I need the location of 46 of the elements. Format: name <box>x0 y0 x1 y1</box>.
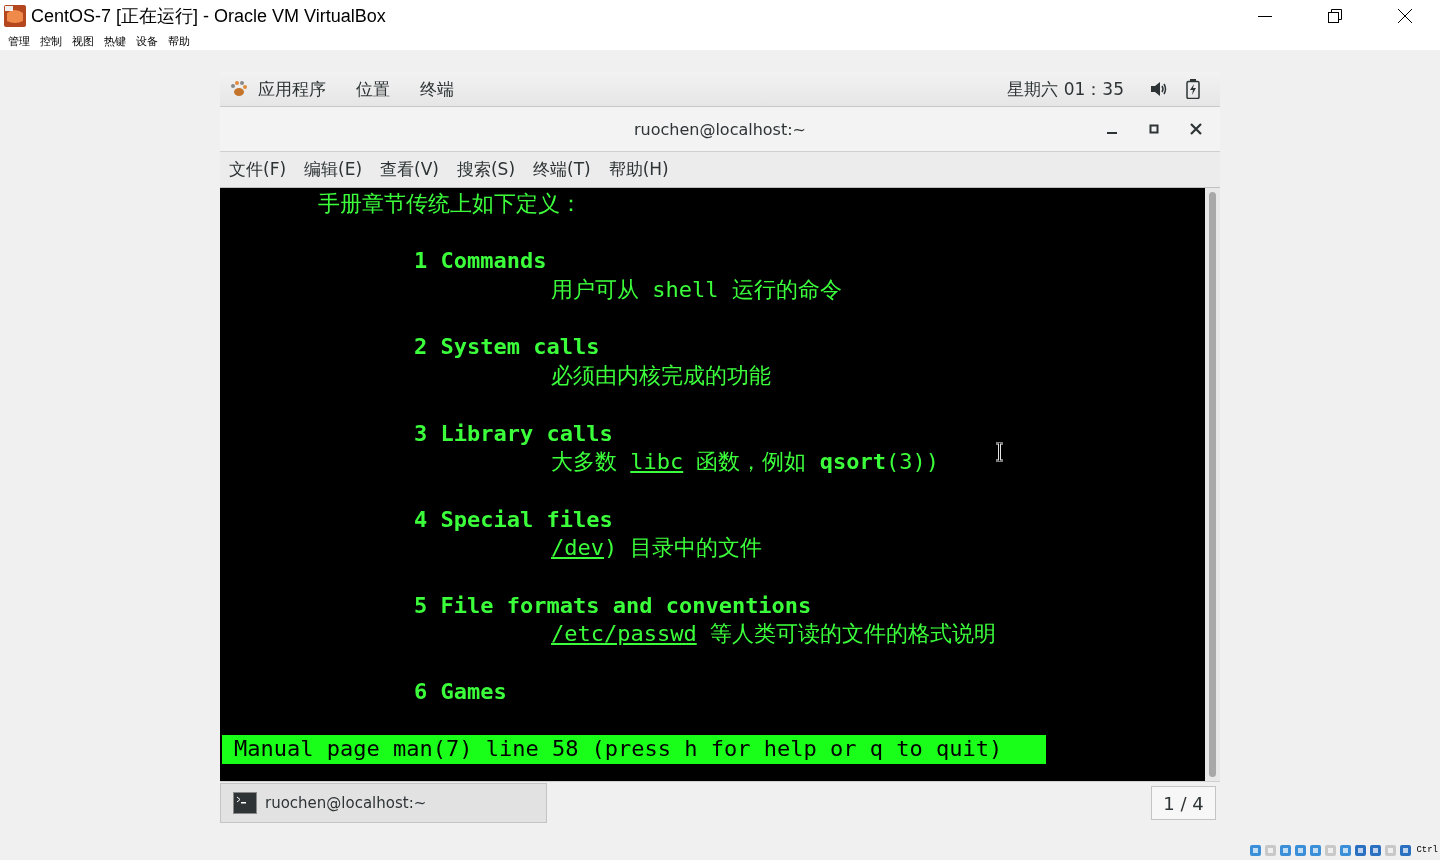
scrollbar[interactable] <box>1205 188 1220 781</box>
menu-item[interactable]: 终端(T) <box>533 158 591 181</box>
section-heading: 6 Games <box>414 677 507 706</box>
workspace-indicator[interactable]: 1 / 4 <box>1151 786 1216 820</box>
intro-line: 手册章节传统上如下定义： <box>318 190 582 218</box>
foot-icon <box>230 80 248 98</box>
section-heading: 1 Commands <box>414 247 547 276</box>
minimize-icon <box>1107 132 1117 134</box>
restore-icon <box>1327 8 1343 24</box>
menu-item[interactable]: 管理 <box>8 33 30 49</box>
menu-item[interactable]: 帮助(H) <box>608 158 669 181</box>
battery-icon[interactable] <box>1186 79 1200 99</box>
menu-item[interactable]: 视图 <box>72 33 94 49</box>
section-description: 大多数 libc 函数，例如 qsort(3)) <box>551 448 939 477</box>
menu-item[interactable]: 热键 <box>104 33 126 49</box>
menu-item[interactable]: 帮助 <box>168 33 190 49</box>
section-description: /etc/passwd 等人类可读的文件的格式说明 <box>551 620 996 649</box>
section-heading: 3 Library calls <box>414 419 613 448</box>
window-title: CentOS-7 [正在运行] - Oracle VM VirtualBox <box>31 5 386 28</box>
terminal-icon <box>233 792 257 814</box>
section-description: 用户可从 shell 运行的命令 <box>551 276 842 305</box>
minimize-icon <box>1258 15 1272 17</box>
taskbar-window-button[interactable]: ruochen@localhost:~ <box>220 783 547 823</box>
virtualbox-logo-icon <box>4 5 26 27</box>
window-title: ruochen@localhost:~ <box>633 119 806 139</box>
top-bar-menu[interactable]: 应用程序 <box>258 77 326 101</box>
maximize-icon <box>1148 123 1160 135</box>
menu-item[interactable]: 控制 <box>40 33 62 49</box>
top-bar-menu[interactable]: 位置 <box>356 77 390 101</box>
section-description: 必须由内核完成的功能 <box>551 362 771 391</box>
menu-item[interactable]: 查看(V) <box>380 158 439 181</box>
menu-item[interactable]: 文件(F) <box>229 158 287 181</box>
top-bar-menu[interactable]: 终端 <box>420 77 454 101</box>
host-key-label: Ctrl <box>1416 845 1438 855</box>
text-cursor-icon <box>995 442 1004 462</box>
clock[interactable]: 星期六 01：35 <box>1007 77 1124 101</box>
menu-item[interactable]: 编辑(E) <box>304 158 363 181</box>
menu-item[interactable]: 设备 <box>136 33 158 49</box>
menu-item[interactable]: 搜索(S) <box>456 158 516 181</box>
section-heading: 4 Special files <box>414 505 613 534</box>
section-heading: 5 File formats and conventions <box>414 591 812 620</box>
close-icon <box>1397 8 1413 24</box>
section-description: /dev) 目录中的文件 <box>551 534 763 563</box>
close-icon <box>1190 123 1202 135</box>
speaker-icon[interactable] <box>1150 81 1168 97</box>
section-heading: 2 System calls <box>414 333 600 362</box>
